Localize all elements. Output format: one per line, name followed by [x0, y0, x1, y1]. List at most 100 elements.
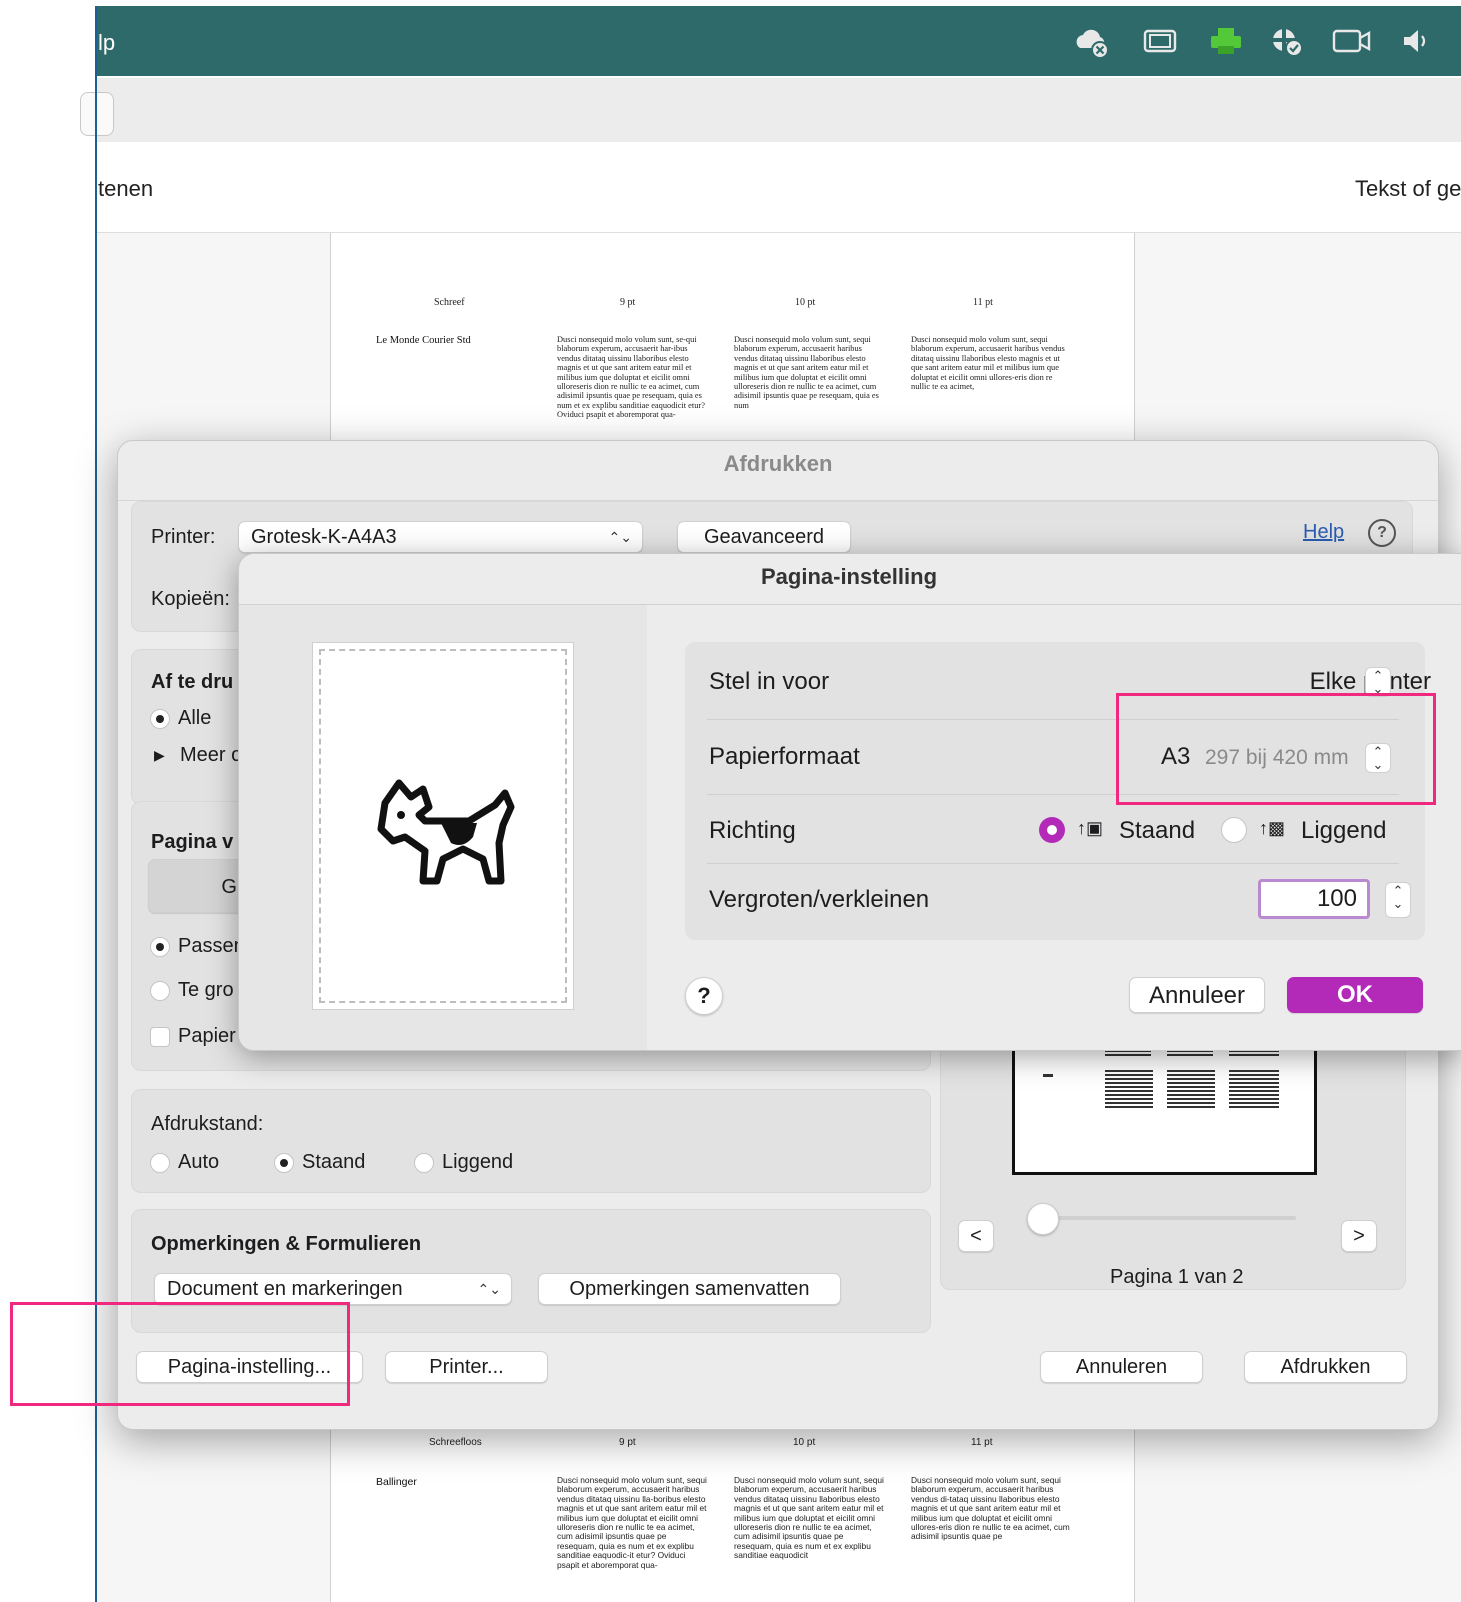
font-name: Le Monde Courier Std — [376, 335, 471, 346]
paper-size-highlight — [1116, 693, 1436, 805]
comments-forms-title: Opmerkingen & Formulieren — [151, 1233, 422, 1255]
ok-button[interactable]: OK — [1287, 977, 1423, 1013]
orientation-label: Richting — [709, 817, 796, 844]
column-header: Schreefloos — [429, 1437, 482, 1448]
scale-stepper[interactable]: ⌃ ⌄ — [1385, 882, 1411, 918]
pages-all-label[interactable]: Alle — [178, 707, 211, 730]
column-header: 11 pt — [971, 1437, 993, 1448]
sizing-fit-label[interactable]: Passen — [178, 935, 245, 958]
column-header: 11 pt — [973, 297, 993, 308]
pages-title: Af te dru — [151, 671, 234, 693]
sample-text-9pt: Dusci nonsequid molo volum sunt, sequi b… — [557, 1476, 707, 1570]
dogcow-icon — [365, 763, 521, 898]
printer-select[interactable]: Grotesk-K-A4A3 ⌃⌄ — [238, 521, 643, 553]
portrait-label[interactable]: Staand — [1119, 817, 1195, 845]
next-page-button[interactable]: > — [1341, 1220, 1377, 1252]
portrait-radio[interactable] — [1039, 817, 1065, 843]
disclosure-triangle-icon[interactable]: ▶ — [154, 747, 165, 764]
preview-text-block — [1105, 1070, 1153, 1110]
advanced-button[interactable]: Geavanceerd — [677, 521, 851, 553]
printer-label: Printer: — [151, 526, 216, 548]
print-button[interactable]: Afdrukken — [1244, 1351, 1407, 1383]
previous-page-button[interactable]: < — [958, 1220, 994, 1252]
preview-text-block — [1167, 1070, 1215, 1110]
chevron-updown-icon: ⌃⌄ — [608, 529, 632, 545]
paper-checkbox[interactable] — [150, 1027, 170, 1047]
scale-label: Vergroten/verkleinen — [709, 886, 930, 913]
document-page-bottom: Schreefloos 9 pt 10 pt 11 pt Ballinger D… — [330, 1420, 1135, 1602]
orientation-landscape-label[interactable]: Liggend — [442, 1151, 513, 1174]
column-header: 9 pt — [620, 297, 636, 308]
landscape-label[interactable]: Liggend — [1301, 817, 1386, 845]
divider — [707, 863, 1399, 864]
orientation-auto-label[interactable]: Auto — [178, 1151, 219, 1174]
column-header: 10 pt — [793, 1437, 816, 1448]
speaker-icon[interactable] — [1400, 26, 1434, 56]
page-sizing-title: Pagina v — [151, 831, 234, 853]
dialog-title: Afdrukken — [723, 451, 833, 476]
help-button[interactable]: ? — [685, 977, 723, 1015]
orientation-auto-radio[interactable] — [150, 1153, 170, 1173]
column-header: 9 pt — [619, 1437, 636, 1448]
page-setup-highlight — [10, 1302, 350, 1406]
page-indicator: Pagina 1 van 2 — [1110, 1266, 1244, 1288]
paper-preview — [312, 642, 574, 1010]
help-link[interactable]: Help — [1303, 521, 1344, 544]
column-header: 10 pt — [795, 297, 816, 308]
sample-text-9pt: Dusci nonsequid molo volum sunt, se-qui … — [557, 335, 705, 420]
pages-all-radio[interactable] — [150, 709, 170, 729]
comments-select[interactable]: Document en markeringen ⌃⌄ — [154, 1273, 512, 1305]
printer-button[interactable]: Printer... — [385, 1351, 548, 1383]
portrait-icon: ↑▣ — [1077, 818, 1104, 838]
orientation-portrait-label[interactable]: Staand — [302, 1151, 365, 1174]
sheet-title: Pagina-instelling — [760, 564, 938, 589]
orientation-group — [131, 1089, 931, 1193]
page-slider-knob[interactable] — [1027, 1203, 1059, 1235]
preview-text-block — [1043, 1074, 1053, 1077]
summarize-comments-button[interactable]: Opmerkingen samenvatten — [538, 1273, 841, 1305]
chevron-updown-icon: ⌃⌄ — [477, 1281, 501, 1297]
font-name: Ballinger — [376, 1476, 417, 1488]
preview-page — [1012, 1040, 1317, 1175]
landscape-radio[interactable] — [1221, 817, 1247, 843]
pages-more-label[interactable]: Meer o — [180, 744, 242, 767]
sheet-cancel-button[interactable]: Annuleer — [1129, 977, 1265, 1013]
document-page-top: Schreef 9 pt 10 pt 11 pt Le Monde Courie… — [330, 233, 1135, 443]
cancel-button[interactable]: Annuleren — [1040, 1351, 1203, 1383]
paper-size-label: Papierformaat — [709, 743, 860, 770]
radio-dot — [1047, 825, 1057, 835]
format-for-label: Stel in voor — [709, 668, 830, 695]
security-shield-icon[interactable] — [1270, 26, 1304, 57]
paper-checkbox-label[interactable]: Papier — [178, 1025, 236, 1048]
column-header: Schreef — [434, 297, 465, 308]
printer-select-value: Grotesk-K-A4A3 — [251, 526, 397, 548]
sizing-too-large-label[interactable]: Te gro — [178, 979, 234, 1002]
camera-icon[interactable] — [1332, 26, 1371, 56]
orientation-title: Afdrukstand: — [151, 1113, 264, 1135]
app-secondary-bar — [96, 78, 1461, 142]
scale-input[interactable]: 100 — [1258, 879, 1370, 919]
sample-text-11pt: Dusci nonsequid molo volum sunt, sequi b… — [911, 335, 1065, 392]
page-slider-track[interactable] — [1040, 1216, 1296, 1220]
tool-row — [96, 142, 1461, 233]
sizing-too-large-radio[interactable] — [150, 981, 170, 1001]
app-title: lp — [98, 30, 116, 55]
landscape-icon: ↑▩ — [1259, 818, 1286, 838]
sample-text-11pt: Dusci nonsequid molo volum sunt, sequi b… — [911, 1476, 1070, 1542]
printer-icon[interactable] — [1208, 26, 1242, 56]
sizing-fit-radio[interactable] — [150, 937, 170, 957]
orientation-landscape-radio[interactable] — [414, 1153, 434, 1173]
screen-icon[interactable] — [1142, 26, 1177, 56]
sample-text-10pt: Dusci nonsequid molo volum sunt, sequi b… — [734, 335, 879, 410]
help-icon[interactable]: ? — [1368, 519, 1396, 547]
orientation-portrait-radio[interactable] — [274, 1153, 294, 1173]
comments-select-value: Document en markeringen — [167, 1278, 403, 1300]
tool-label-right[interactable]: Tekst of ge — [1355, 176, 1461, 202]
format-for-value[interactable]: Elke printer — [1231, 668, 1431, 696]
tool-label-left[interactable]: tenen — [98, 176, 153, 202]
secondary-bar-button[interactable] — [80, 92, 114, 136]
preview-text-block — [1229, 1070, 1279, 1110]
cloud-offline-icon[interactable] — [1072, 26, 1109, 59]
app-title-bar — [96, 6, 1461, 76]
copies-label: Kopieën: — [151, 588, 230, 610]
